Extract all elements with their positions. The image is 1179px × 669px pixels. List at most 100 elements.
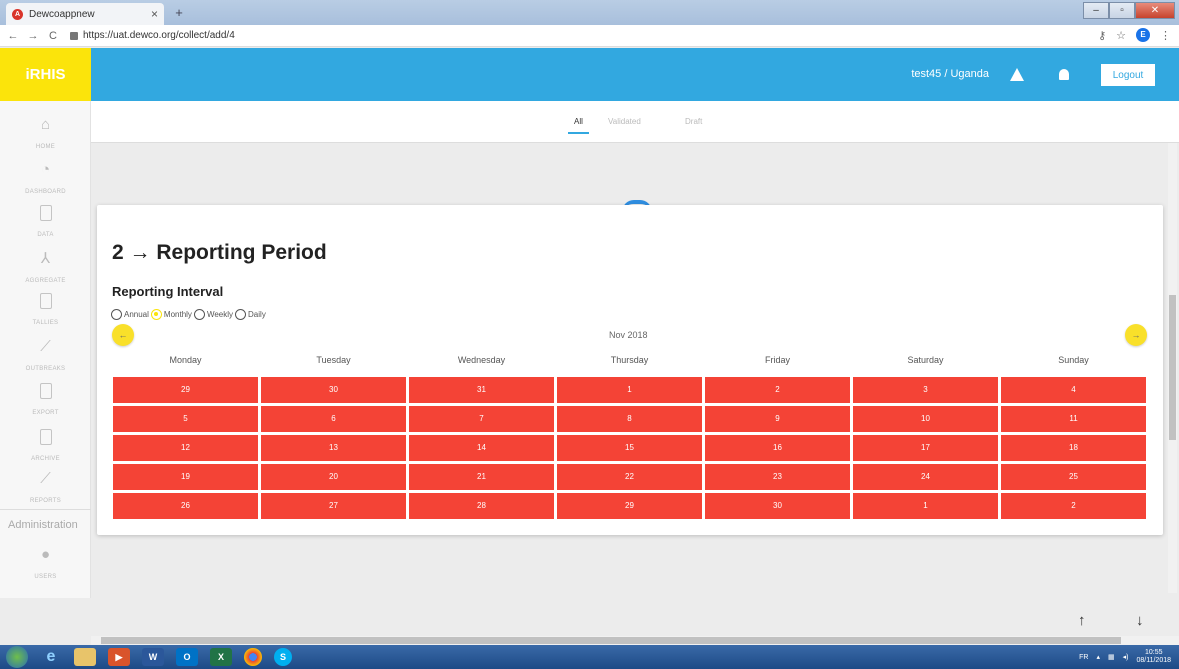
- key-icon[interactable]: ⚷: [1098, 29, 1106, 42]
- calendar-day-cell[interactable]: 6: [261, 406, 406, 432]
- radio-label: Daily: [248, 310, 266, 319]
- radio-annual[interactable]: Annual: [111, 309, 149, 320]
- calendar-day-cell[interactable]: 10: [853, 406, 998, 432]
- scrollbar-thumb[interactable]: [101, 637, 1121, 644]
- logout-button[interactable]: Logout: [1101, 64, 1155, 86]
- calendar-day-cell[interactable]: 20: [261, 464, 406, 490]
- bell-icon[interactable]: [1059, 69, 1069, 80]
- vertical-scrollbar[interactable]: [1168, 143, 1177, 593]
- new-tab-button[interactable]: +: [171, 6, 187, 20]
- start-button-icon[interactable]: [6, 646, 28, 668]
- calendar-day-cell[interactable]: 1: [557, 377, 702, 403]
- ie-icon[interactable]: e: [40, 648, 62, 666]
- sidebar-item-data[interactable]: DATA: [0, 199, 91, 245]
- weekday-label: Monday: [169, 355, 202, 365]
- sidebar-item-home[interactable]: ⌂ HOME: [0, 111, 91, 157]
- calendar-day-cell[interactable]: 28: [409, 493, 554, 519]
- clock[interactable]: 10:55 08/11/2018: [1136, 649, 1171, 665]
- calendar-day-cell[interactable]: 3: [853, 377, 998, 403]
- close-tab-icon[interactable]: ×: [151, 7, 158, 21]
- volume-icon[interactable]: ◂): [1123, 653, 1129, 661]
- calendar-day-cell[interactable]: 31: [409, 377, 554, 403]
- chart-icon: ⟋: [40, 470, 51, 487]
- forward-icon[interactable]: →: [26, 30, 40, 42]
- url-field[interactable]: https://uat.dewco.org/collect/add/4: [70, 30, 235, 41]
- calendar-day-cell[interactable]: 15: [557, 435, 702, 461]
- calendar-day-cell[interactable]: 21: [409, 464, 554, 490]
- tab-all[interactable]: All: [568, 117, 589, 134]
- calendar-day-cell[interactable]: 2: [705, 377, 850, 403]
- network-icon[interactable]: ▦: [1108, 653, 1115, 661]
- calendar-day-cell[interactable]: 30: [705, 493, 850, 519]
- calendar-day-cell[interactable]: 2: [1001, 493, 1146, 519]
- radio-circle-icon: [193, 309, 205, 320]
- sidebar-item-outbreaks[interactable]: ⟋ OUTBREAKS: [0, 333, 91, 379]
- skype-icon[interactable]: S: [274, 648, 292, 666]
- sidebar-item-tallies[interactable]: TALLIES: [0, 287, 91, 333]
- calendar-day-cell[interactable]: 4: [1001, 377, 1146, 403]
- menu-dots-icon[interactable]: ⋮: [1160, 29, 1171, 42]
- calendar-day-cell[interactable]: 24: [853, 464, 998, 490]
- calendar-day-cell[interactable]: 29: [557, 493, 702, 519]
- calendar-day-cell[interactable]: 14: [409, 435, 554, 461]
- sidebar-item-reports[interactable]: ⟋ REPORTS: [0, 465, 91, 511]
- star-icon[interactable]: ☆: [1116, 29, 1126, 42]
- profile-avatar-icon[interactable]: E: [1136, 28, 1150, 42]
- calendar-day-cell[interactable]: 12: [113, 435, 258, 461]
- calendar-day-cell[interactable]: 5: [113, 406, 258, 432]
- calendar-day-cell[interactable]: 26: [113, 493, 258, 519]
- media-icon[interactable]: ▶: [108, 648, 130, 666]
- chrome-icon[interactable]: [244, 648, 262, 666]
- calendar-day-cell[interactable]: 27: [261, 493, 406, 519]
- calendar-day-cell[interactable]: 30: [261, 377, 406, 403]
- warning-icon[interactable]: [1010, 68, 1024, 81]
- calendar-day-cell[interactable]: 9: [705, 406, 850, 432]
- user-country-label[interactable]: test45 / Uganda: [911, 68, 989, 80]
- radio-monthly[interactable]: Monthly: [150, 309, 192, 320]
- calendar-day-cell[interactable]: 13: [261, 435, 406, 461]
- reporting-interval-label: Reporting Interval: [112, 284, 224, 299]
- outlook-icon[interactable]: O: [176, 648, 198, 666]
- calendar-day-cell[interactable]: 29: [113, 377, 258, 403]
- explorer-icon[interactable]: [74, 648, 96, 666]
- sidebar-item-aggregate[interactable]: ⅄ AGGREGATE: [0, 245, 91, 291]
- calendar-day-cell[interactable]: 1: [853, 493, 998, 519]
- tab-draft[interactable]: Draft: [685, 117, 702, 126]
- minimize-icon[interactable]: ‒: [1083, 2, 1109, 19]
- scroll-up-button[interactable]: ↑: [1078, 612, 1086, 629]
- calendar-day-cell[interactable]: 17: [853, 435, 998, 461]
- radio-weekly[interactable]: Weekly: [193, 309, 233, 320]
- horizontal-scrollbar[interactable]: [91, 636, 1179, 645]
- prev-month-button[interactable]: ←: [112, 324, 134, 346]
- lock-icon: [70, 31, 78, 40]
- language-indicator[interactable]: FR: [1079, 654, 1088, 661]
- back-icon[interactable]: ←: [6, 30, 20, 42]
- browser-tab[interactable]: A Dewcoappnew ×: [6, 3, 164, 25]
- word-icon[interactable]: W: [142, 648, 164, 666]
- calendar-day-cell[interactable]: 19: [113, 464, 258, 490]
- calendar-day-cell[interactable]: 16: [705, 435, 850, 461]
- calendar-day-cell[interactable]: 8: [557, 406, 702, 432]
- maximize-icon[interactable]: ▫: [1109, 2, 1135, 19]
- weekday-label: Thursday: [610, 355, 649, 365]
- calendar-day-cell[interactable]: 22: [557, 464, 702, 490]
- sidebar-item-users[interactable]: ● USERS: [0, 541, 91, 587]
- radio-daily[interactable]: Daily: [235, 309, 266, 320]
- app-logo[interactable]: iRHIS: [0, 48, 91, 101]
- sidebar-item-export[interactable]: EXPORT: [0, 377, 91, 423]
- tray-arrow-icon[interactable]: ▴: [1096, 653, 1100, 661]
- calendar-day-cell[interactable]: 7: [409, 406, 554, 432]
- sidebar-item-archive[interactable]: ARCHIVE: [0, 423, 91, 469]
- excel-icon[interactable]: X: [210, 648, 232, 666]
- next-month-button[interactable]: →: [1125, 324, 1147, 346]
- tab-validated[interactable]: Validated: [608, 117, 641, 126]
- close-window-icon[interactable]: ✕: [1135, 2, 1175, 19]
- calendar-day-cell[interactable]: 11: [1001, 406, 1146, 432]
- calendar-day-cell[interactable]: 25: [1001, 464, 1146, 490]
- calendar-day-cell[interactable]: 18: [1001, 435, 1146, 461]
- scroll-down-button[interactable]: ↓: [1136, 612, 1144, 629]
- calendar-day-cell[interactable]: 23: [705, 464, 850, 490]
- reload-icon[interactable]: C: [46, 30, 60, 42]
- sidebar-item-dashboard[interactable]: ◔ DASHBOARD: [0, 156, 91, 202]
- scrollbar-thumb[interactable]: [1169, 295, 1176, 440]
